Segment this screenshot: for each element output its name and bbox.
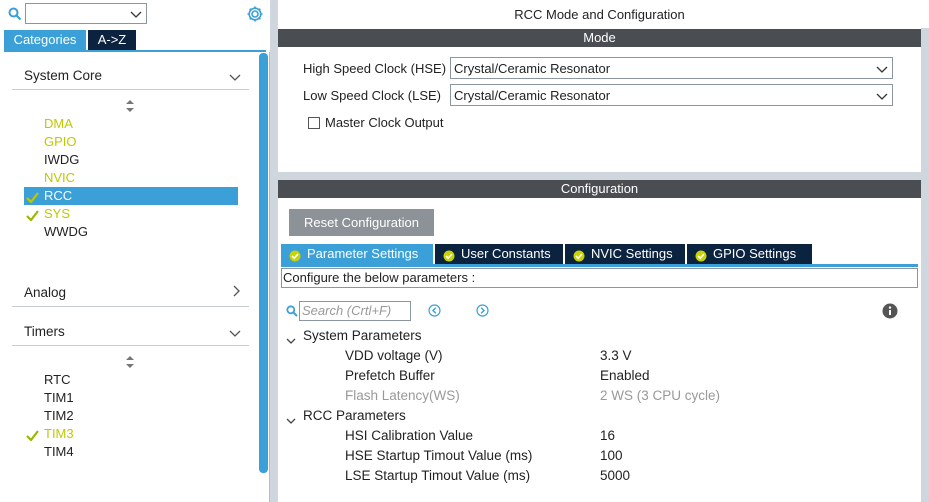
list-item-tim2[interactable]: TIM2 <box>24 407 238 425</box>
lse-label: Low Speed Clock (LSE) <box>303 88 442 103</box>
param-name: Flash Latency(WS) <box>345 388 460 403</box>
list-item-tim1[interactable]: TIM1 <box>24 389 238 407</box>
param-value: Enabled <box>600 368 650 383</box>
list-item-rcc[interactable]: RCC <box>24 187 238 205</box>
chevron-down-icon <box>229 326 241 341</box>
param-value: 100 <box>600 448 623 463</box>
hse-value: Crystal/Ceramic Resonator <box>454 61 611 76</box>
group-label: RCC Parameters <box>303 408 406 423</box>
hse-label: High Speed Clock (HSE) <box>303 61 447 76</box>
left-toolbar: Categories A->Z <box>0 0 270 52</box>
chevron-down-icon <box>876 63 888 78</box>
param-name: HSE Startup Timout Value (ms) <box>345 448 533 463</box>
page-title: RCC Mode and Configuration <box>514 7 685 22</box>
left-panel: Categories A->Z System Core DMA GPIO IWD… <box>0 0 270 502</box>
category-system-core[interactable]: System Core <box>12 60 249 90</box>
param-value: 2 WS (3 CPU cycle) <box>600 388 721 403</box>
chevron-down-icon <box>286 413 296 428</box>
configuration-panel: Configuration Reset Configuration Parame… <box>278 180 921 502</box>
list-item-sys[interactable]: SYS <box>24 205 238 223</box>
mode-panel: RCC Mode and Configuration Mode High Spe… <box>278 0 921 172</box>
search-icon[interactable] <box>286 305 298 320</box>
left-scrollbar[interactable] <box>259 53 268 473</box>
configuration-section-header: Configuration <box>278 180 921 198</box>
chevron-down-icon <box>229 70 241 85</box>
param-row-flash-latency: Flash Latency(WS) 2 WS (3 CPU cycle) <box>345 388 905 408</box>
group-label: System Parameters <box>303 328 422 343</box>
tab-underline <box>4 50 266 52</box>
tab-nvic-settings[interactable]: NVIC Settings <box>565 244 685 264</box>
info-icon[interactable] <box>882 303 898 322</box>
param-name: HSI Calibration Value <box>345 428 474 443</box>
lse-value: Crystal/Ceramic Resonator <box>454 88 611 103</box>
param-row-hse-startup[interactable]: HSE Startup Timout Value (ms) 100 <box>345 448 905 468</box>
param-name: Prefetch Buffer <box>345 368 435 383</box>
list-item-nvic[interactable]: NVIC <box>24 169 238 187</box>
param-name: LSE Startup Timout Value (ms) <box>345 468 531 483</box>
list-item-rtc[interactable]: RTC <box>24 371 238 389</box>
param-value: 5000 <box>600 468 631 483</box>
category-search-select[interactable] <box>25 3 147 24</box>
parameter-search-input[interactable]: Search (Crtl+F) <box>299 301 411 321</box>
checkbox-box[interactable] <box>308 117 320 129</box>
param-value: 3.3 V <box>600 348 632 363</box>
next-result-icon[interactable] <box>476 304 489 320</box>
category-label: System Core <box>24 68 103 83</box>
lse-select[interactable]: Crystal/Ceramic Resonator <box>450 84 893 106</box>
chevron-down-icon <box>130 8 142 23</box>
hse-select[interactable]: Crystal/Ceramic Resonator <box>450 57 893 79</box>
right-scrollbar-thumb[interactable] <box>921 0 929 28</box>
mode-section-header: Mode <box>278 29 921 47</box>
param-row-hsi-calibration[interactable]: HSI Calibration Value 16 <box>345 428 905 448</box>
list-item-gpio[interactable]: GPIO <box>24 133 238 151</box>
tab-categories[interactable]: Categories <box>4 30 86 50</box>
reset-configuration-button[interactable]: Reset Configuration <box>289 209 434 236</box>
param-value: 16 <box>600 428 616 443</box>
tab-user-constants[interactable]: User Constants <box>435 244 563 264</box>
list-item-iwdg[interactable]: IWDG <box>24 151 238 169</box>
chevron-down-icon <box>876 90 888 105</box>
configure-hint: Configure the below parameters : <box>281 268 918 288</box>
sort-icon[interactable] <box>126 100 134 112</box>
tab-a-to-z[interactable]: A->Z <box>88 30 136 50</box>
gear-icon[interactable] <box>246 5 264 23</box>
tab-underline <box>281 264 918 267</box>
master-clock-output-label: Master Clock Output <box>325 115 444 130</box>
search-icon[interactable] <box>8 7 22 21</box>
category-label: Timers <box>24 324 65 339</box>
tab-parameter-settings[interactable]: Parameter Settings <box>281 244 433 264</box>
sort-icon[interactable] <box>126 356 134 368</box>
list-item-wwdg[interactable]: WWDG <box>24 223 238 241</box>
list-item-dma[interactable]: DMA <box>24 115 238 133</box>
chevron-right-icon <box>233 285 241 300</box>
param-row-vdd[interactable]: VDD voltage (V) 3.3 V <box>345 348 905 368</box>
category-label: Analog <box>24 285 67 300</box>
param-row-prefetch[interactable]: Prefetch Buffer Enabled <box>345 368 905 388</box>
list-item-tim4[interactable]: TIM4 <box>24 443 238 461</box>
tab-gpio-settings[interactable]: GPIO Settings <box>687 244 812 264</box>
category-analog[interactable]: Analog <box>12 277 249 307</box>
chevron-down-icon <box>286 333 296 348</box>
category-timers[interactable]: Timers <box>12 316 249 346</box>
param-name: VDD voltage (V) <box>345 348 443 363</box>
list-item-tim3[interactable]: TIM3 <box>24 425 238 443</box>
previous-result-icon[interactable] <box>428 304 441 320</box>
param-row-lse-startup[interactable]: LSE Startup Timout Value (ms) 5000 <box>345 468 905 488</box>
